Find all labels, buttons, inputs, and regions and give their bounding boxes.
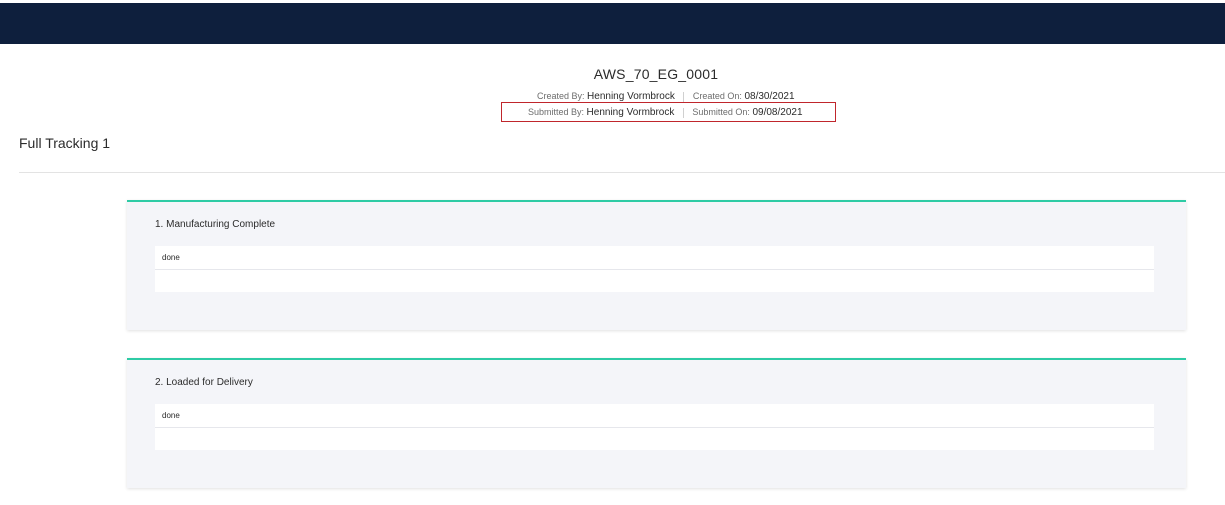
created-meta-row: Created By: Henning Vormbrock Created On… <box>537 91 795 102</box>
step-card: 1. Manufacturing Complete done <box>127 200 1186 330</box>
submitted-highlight-box <box>501 102 836 122</box>
document-title: AWS_70_EG_0001 <box>593 66 719 82</box>
created-by-label: Created By: <box>537 91 585 101</box>
answer-divider <box>155 427 1154 428</box>
created-on-label: Created On: <box>692 91 742 101</box>
answer-divider <box>155 269 1154 270</box>
meta-divider <box>683 91 685 102</box>
step-title: 1. Manufacturing Complete <box>155 219 276 230</box>
section-divider <box>19 172 1225 173</box>
section-title: Full Tracking 1 <box>19 135 111 151</box>
step-card: 2. Loaded for Delivery done <box>127 358 1186 488</box>
top-navigation-bar <box>0 3 1225 44</box>
step-answer-field: done <box>155 404 1154 450</box>
created-on-value: 08/30/2021 <box>744 91 795 102</box>
step-answer-value: done <box>162 411 180 420</box>
step-title: 2. Loaded for Delivery <box>155 377 253 388</box>
step-answer-field: done <box>155 246 1154 292</box>
created-by-value: Henning Vormbrock <box>587 91 675 102</box>
step-answer-value: done <box>162 253 180 262</box>
